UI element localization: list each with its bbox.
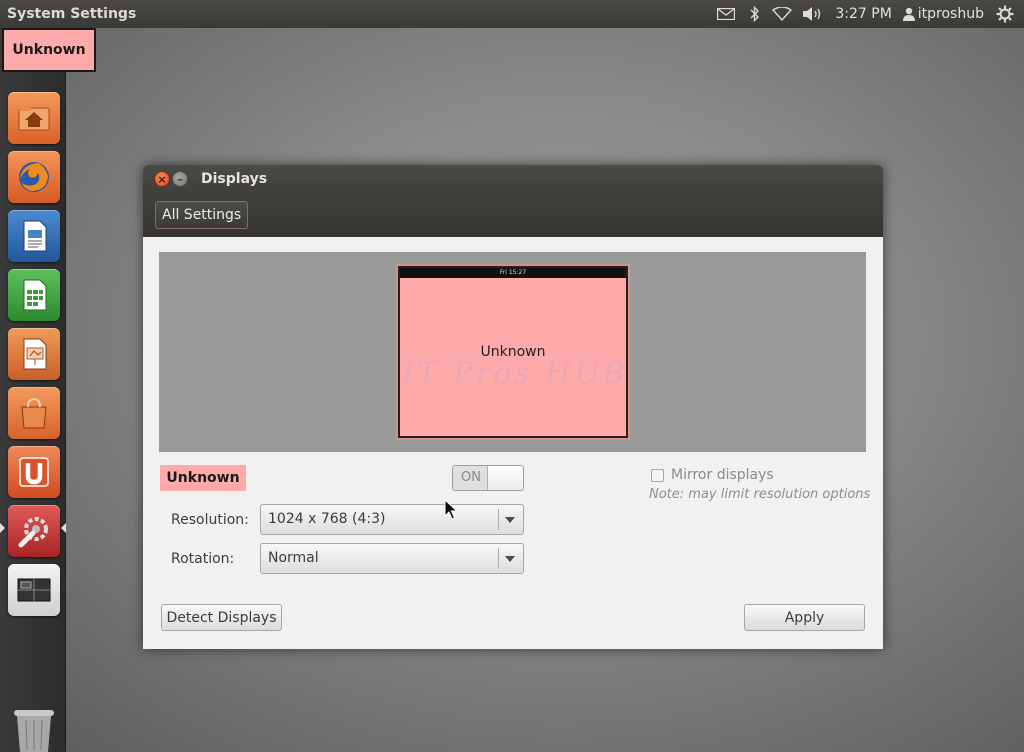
toggle-knob[interactable] [487,466,523,490]
indicator-area: 3:27 PM itproshub [709,4,1016,24]
displays-window: × – Displays All Settings Fri 15:27 Unkn… [143,165,883,649]
shopping-bag-icon [21,397,47,429]
app-title: System Settings [7,6,137,22]
trash-icon[interactable] [8,710,60,752]
ubuntu-one-icon [19,457,49,487]
minimize-icon[interactable]: – [172,171,188,187]
launcher-active-pip [0,523,5,533]
launcher-software-center[interactable] [8,387,60,439]
gear-icon[interactable] [994,4,1016,24]
settings-wrench-icon [18,517,48,548]
launcher-focus-pip [61,523,66,533]
detect-displays-button[interactable]: Detect Displays [161,604,282,631]
rotation-value: Normal [268,550,319,566]
mail-icon[interactable] [709,4,743,24]
apply-button[interactable]: Apply [744,604,865,631]
bluetooth-icon[interactable] [743,4,767,24]
window-titlebar[interactable]: × – Displays All Settings [143,165,883,237]
resolution-label: Resolution: [171,512,249,528]
workspaces-icon [17,578,51,602]
firefox-icon [19,162,49,192]
launcher-ubuntu-one[interactable] [8,446,60,498]
launcher-home-folder[interactable] [8,92,60,144]
launcher-impress[interactable] [8,328,60,380]
launcher-calc[interactable] [8,269,60,321]
mirror-note: Note: may limit resolution options [649,487,871,502]
volume-icon[interactable] [797,4,829,24]
window-title: Displays [201,171,268,187]
chevron-down-icon [505,556,515,562]
wifi-icon[interactable] [767,4,797,24]
display-arrangement-preview[interactable]: Fri 15:27 Unknown IT Pros HUB [159,252,866,452]
mirror-displays-checkbox[interactable] [651,468,664,482]
monitor-panel-clock: Fri 15:27 [400,268,626,278]
mouse-cursor-icon [444,499,458,520]
launcher-workspace-switcher[interactable] [8,564,60,616]
resolution-combo[interactable]: 1024 x 768 (4:3) [260,504,524,535]
mirror-displays-label: Mirror displays [671,467,774,483]
user-icon [902,4,916,24]
launcher-firefox[interactable] [8,151,60,203]
window-content: Fri 15:27 Unknown IT Pros HUB Unknown ON… [143,237,883,649]
clock[interactable]: 3:27 PM [829,4,901,24]
launcher-system-settings[interactable] [8,505,60,557]
all-settings-button[interactable]: All Settings [155,201,249,229]
mirror-displays-option[interactable]: Mirror displays [651,467,774,483]
monitor-label: Unknown [480,344,546,360]
rotation-combo[interactable]: Normal [260,543,524,574]
close-icon[interactable]: × [154,171,170,187]
toggle-on-label: ON [461,470,481,485]
calc-icon [23,279,47,311]
user-menu[interactable]: itproshub [916,4,994,24]
launcher [0,28,66,752]
display-on-toggle[interactable]: ON [452,465,524,491]
top-panel: System Settings 3:27 PM itproshub [0,0,1024,28]
resolution-value: 1024 x 768 (4:3) [268,511,386,527]
chevron-down-icon [505,517,515,523]
folder-home-icon [18,106,50,131]
launcher-writer[interactable] [8,210,60,262]
rotation-label: Rotation: [171,551,235,567]
launcher-tooltip: Unknown [2,28,96,72]
writer-icon [23,220,47,252]
impress-icon [23,338,47,370]
monitor-preview[interactable]: Fri 15:27 Unknown [398,266,628,438]
display-name-badge: Unknown [160,465,246,491]
